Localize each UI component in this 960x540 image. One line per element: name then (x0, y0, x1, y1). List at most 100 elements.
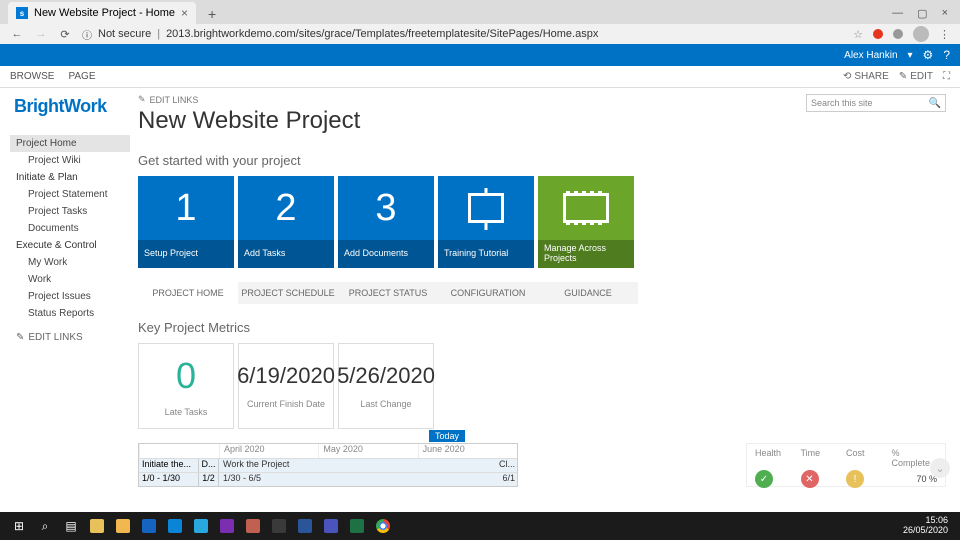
onenote-icon[interactable] (214, 515, 240, 537)
nav-project-home[interactable]: Project Home (10, 135, 130, 152)
snagit-icon[interactable] (266, 515, 292, 537)
explorer-icon[interactable] (110, 515, 136, 537)
tile-add-documents[interactable]: 3 Add Documents (338, 176, 434, 268)
site-logo[interactable]: BrightWork (10, 96, 130, 117)
film-icon (563, 193, 609, 223)
extension-icon-red[interactable] (873, 29, 883, 39)
ie-icon[interactable] (188, 515, 214, 537)
chevron-down-icon[interactable]: ▾ (908, 50, 913, 61)
metric-label: Last Change (360, 399, 411, 409)
favicon-icon: s (16, 7, 28, 19)
cost-col: Cost (846, 448, 892, 468)
taskview-icon[interactable]: ▤ (58, 515, 84, 537)
nav-project-tasks[interactable]: Project Tasks (10, 203, 130, 220)
close-window-icon[interactable]: × (942, 7, 948, 19)
chrome-icon[interactable] (370, 515, 396, 537)
nav-status-reports[interactable]: Status Reports (10, 305, 130, 322)
share-button[interactable]: ⟲ SHARE (843, 71, 889, 82)
focus-icon[interactable]: ⛶ (943, 71, 950, 82)
tab-project-schedule[interactable]: PROJECT SCHEDULE (238, 282, 338, 304)
nav-edit-links[interactable]: ✎ EDIT LINKS (10, 332, 130, 343)
nav-project-statement[interactable]: Project Statement (10, 186, 130, 203)
metric-label: Current Finish Date (247, 399, 325, 409)
health-indicator-green: ✓ (755, 470, 773, 488)
browser-tab[interactable]: s New Website Project - Home × (8, 2, 196, 24)
nav-my-work[interactable]: My Work (10, 254, 130, 271)
search-taskbar-icon[interactable]: ⌕ (32, 515, 58, 537)
minimize-icon[interactable]: — (892, 7, 903, 19)
nav-project-wiki[interactable]: Project Wiki (10, 152, 130, 169)
pct-complete-value: 70 % (892, 474, 938, 484)
back-icon[interactable]: ← (10, 28, 24, 40)
tab-strip: s New Website Project - Home × + — ▢ × (0, 0, 960, 24)
tab-project-status[interactable]: PROJECT STATUS (338, 282, 438, 304)
gantt-row[interactable]: 1/0 - 1/30 1/2 1/30 - 6/56/1 (139, 472, 517, 486)
suite-bar: Alex Hankin ▾ ⚙ ? (0, 44, 960, 66)
tile-add-tasks[interactable]: 2 Add Tasks (238, 176, 334, 268)
edge-icon[interactable] (162, 515, 188, 537)
nav-initiate-plan[interactable]: Initiate & Plan (10, 169, 130, 186)
taskbar-clock[interactable]: 15:06 26/05/2020 (903, 516, 954, 536)
metric-finish-date[interactable]: 6/19/2020 Current Finish Date (238, 343, 334, 429)
time-col: Time (801, 448, 847, 468)
scroll-down-icon[interactable]: ⌄ (930, 458, 950, 478)
tile-caption: Manage Across Projects (538, 240, 634, 268)
health-panel: Health Time Cost % Complete ✓ ✕ ! 70 % (746, 443, 946, 487)
app-icon[interactable] (84, 515, 110, 537)
tab-configuration[interactable]: CONFIGURATION (438, 282, 538, 304)
today-marker: Today (429, 430, 465, 442)
ribbon-tab-browse[interactable]: BROWSE (10, 71, 54, 82)
search-icon[interactable]: 🔍 (929, 98, 941, 109)
tile-number: 2 (238, 176, 334, 240)
search-input[interactable]: Search this site 🔍 (806, 94, 946, 112)
app-icon-2[interactable] (240, 515, 266, 537)
metric-label: Late Tasks (165, 407, 208, 417)
gantt-row[interactable]: Initiate the... D... Work the ProjectCl.… (139, 458, 517, 472)
tile-caption: Add Documents (338, 240, 434, 268)
quick-launch-nav: Project Home Project Wiki Initiate & Pla… (10, 135, 130, 343)
tile-setup-project[interactable]: 1 Setup Project (138, 176, 234, 268)
menu-icon[interactable]: ⋮ (939, 28, 950, 41)
tab-guidance[interactable]: GUIDANCE (538, 282, 638, 304)
nav-work[interactable]: Work (10, 271, 130, 288)
url-box[interactable]: ⓘ Not secure | 2013.brightworkdemo.com/s… (82, 27, 843, 42)
nav-documents[interactable]: Documents (10, 220, 130, 237)
teams-icon[interactable] (318, 515, 344, 537)
tab-project-home[interactable]: PROJECT HOME (138, 282, 238, 304)
metrics-heading: Key Project Metrics (138, 320, 946, 335)
metrics-row: 0 Late Tasks 6/19/2020 Current Finish Da… (138, 343, 946, 429)
metric-value: 5/26/2020 (337, 363, 435, 389)
new-tab-button[interactable]: + (202, 4, 222, 24)
easel-icon (468, 193, 504, 223)
tile-manage-across[interactable]: Manage Across Projects (538, 176, 634, 268)
maximize-icon[interactable]: ▢ (917, 7, 927, 20)
user-name[interactable]: Alex Hankin (844, 50, 897, 61)
search-placeholder: Search this site (811, 98, 873, 108)
extension-icon-gray[interactable] (893, 29, 903, 39)
start-icon[interactable]: ⊞ (6, 515, 32, 537)
browser-chrome: s New Website Project - Home × + — ▢ × ←… (0, 0, 960, 44)
metric-late-tasks[interactable]: 0 Late Tasks (138, 343, 234, 429)
nav-project-issues[interactable]: Project Issues (10, 288, 130, 305)
metric-last-change[interactable]: 5/26/2020 Last Change (338, 343, 434, 429)
gantt-chart[interactable]: Today April 2020 May 2020 June 2020 Init… (138, 443, 518, 487)
not-secure-icon: ⓘ (82, 27, 92, 42)
outlook-icon[interactable] (136, 515, 162, 537)
gear-icon[interactable]: ⚙ (923, 48, 934, 62)
nav-execute-control[interactable]: Execute & Control (10, 237, 130, 254)
reload-icon[interactable]: ⟳ (58, 28, 72, 41)
window-controls: — ▢ × (892, 2, 960, 24)
ribbon-tab-page[interactable]: PAGE (68, 71, 95, 82)
metric-value: 6/19/2020 (237, 363, 335, 389)
close-tab-icon[interactable]: × (181, 6, 188, 20)
windows-taskbar: ⊞ ⌕ ▤ 15:06 26/05/2020 (0, 512, 960, 540)
tile-training-tutorial[interactable]: Training Tutorial (438, 176, 534, 268)
star-icon[interactable]: ☆ (853, 28, 863, 41)
excel-icon[interactable] (344, 515, 370, 537)
address-bar: ← → ⟳ ⓘ Not secure | 2013.brightworkdemo… (0, 24, 960, 44)
word-icon[interactable] (292, 515, 318, 537)
help-icon[interactable]: ? (943, 48, 950, 62)
profile-avatar-icon[interactable] (913, 26, 929, 42)
edit-button[interactable]: ✎ EDIT (899, 71, 933, 82)
forward-icon[interactable]: → (34, 28, 48, 40)
